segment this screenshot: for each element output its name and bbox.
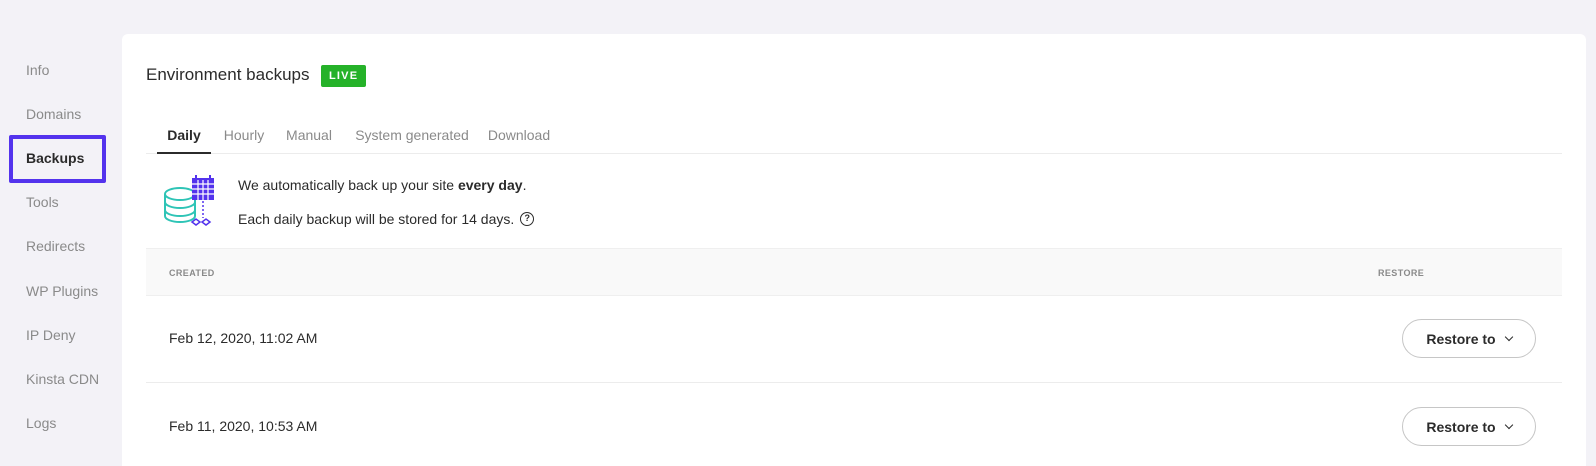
database-calendar-icon [164, 175, 214, 226]
table-row: Feb 11, 2020, 10:53 AM Restore to [146, 383, 1562, 466]
backup-created-date: Feb 12, 2020, 11:02 AM [169, 330, 318, 346]
table-row: Feb 12, 2020, 11:02 AM Restore to [146, 295, 1562, 383]
sidebar-item-info[interactable]: Info [26, 60, 49, 80]
backup-tabs: Daily Hourly Manual System generated Dow… [146, 118, 1562, 154]
tab-system-generated[interactable]: System generated [352, 118, 472, 154]
tab-daily[interactable]: Daily [157, 118, 211, 154]
backups-panel: Environment backups LIVE Daily Hourly Ma… [122, 34, 1586, 466]
retention-label: Each daily backup will be stored for 14 … [238, 211, 515, 227]
frequency-suffix: . [522, 177, 527, 193]
tab-manual[interactable]: Manual [282, 118, 336, 154]
sidebar-item-backups[interactable]: Backups [26, 148, 84, 168]
restore-to-button[interactable]: Restore to [1402, 319, 1536, 358]
tab-hourly[interactable]: Hourly [216, 118, 272, 154]
column-header-restore: RESTORE [1378, 268, 1425, 278]
restore-to-button[interactable]: Restore to [1402, 407, 1536, 446]
sidebar-item-domains[interactable]: Domains [26, 104, 81, 124]
frequency-prefix: We automatically back up your site [238, 177, 458, 193]
column-header-created: CREATED [169, 268, 215, 278]
sidebar-item-logs[interactable]: Logs [26, 413, 56, 433]
frequency-emphasis: every day [457, 177, 523, 193]
backup-created-date: Feb 11, 2020, 10:53 AM [169, 418, 318, 434]
chevron-down-icon [1504, 332, 1513, 341]
sidebar-item-wp-plugins[interactable]: WP Plugins [26, 281, 98, 301]
sidebar: Info Domains Backups Tools Redirects WP … [0, 0, 120, 466]
backup-frequency-text: We automatically back up your site every… [238, 176, 526, 194]
restore-to-label: Restore to [1426, 330, 1496, 347]
page-title: Environment backups [146, 65, 310, 84]
tab-download[interactable]: Download [486, 118, 552, 154]
restore-to-label: Restore to [1426, 418, 1496, 435]
sidebar-item-tools[interactable]: Tools [26, 192, 59, 212]
help-icon[interactable]: ? [520, 212, 535, 226]
sidebar-item-ip-deny[interactable]: IP Deny [26, 325, 76, 345]
table-header: CREATED RESTORE [146, 248, 1562, 296]
retention-text: Each daily backup will be stored for 14 … [238, 210, 535, 228]
live-badge: LIVE [321, 65, 367, 87]
sidebar-item-redirects[interactable]: Redirects [26, 236, 85, 256]
sidebar-item-kinsta-cdn[interactable]: Kinsta CDN [26, 369, 99, 389]
chevron-down-icon [1504, 420, 1513, 429]
